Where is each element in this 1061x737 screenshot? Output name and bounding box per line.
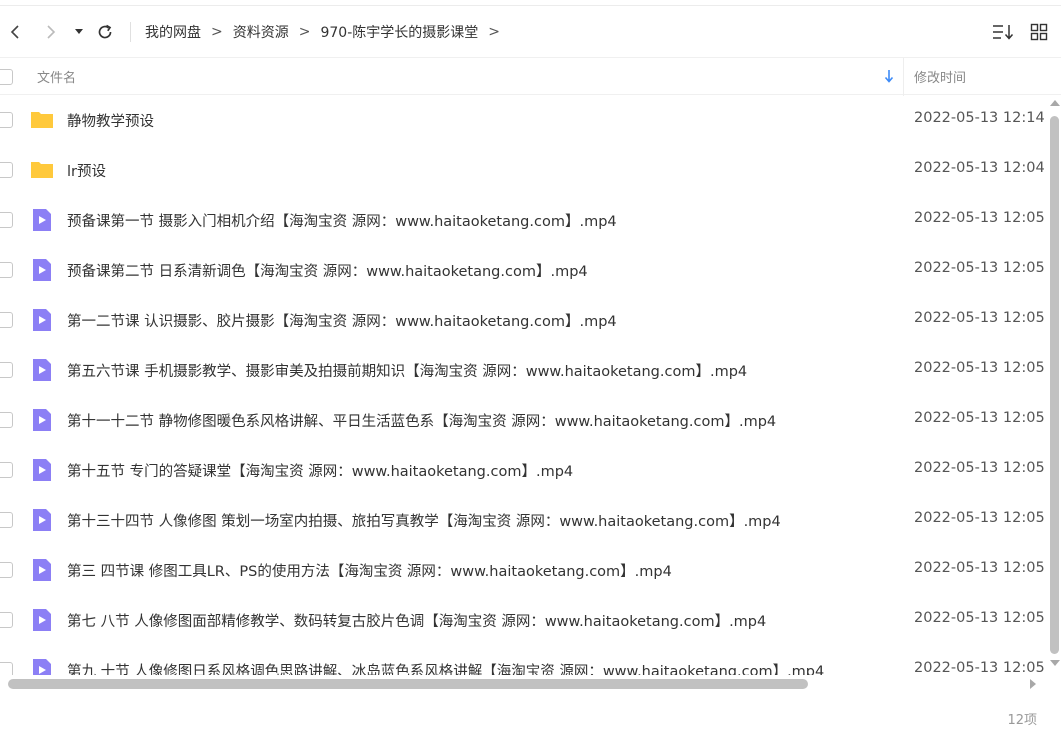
breadcrumb-item[interactable]: 970-陈宇学长的摄影课堂 [316, 22, 482, 42]
row-checkbox[interactable] [0, 262, 13, 278]
file-name[interactable]: 第一二节课 认识摄影、胶片摄影【海淘宝资 源网：www.haitaoketang… [67, 310, 617, 331]
video-file-icon [33, 559, 51, 581]
vertical-scroll-thumb[interactable] [1050, 116, 1059, 654]
row-checkbox[interactable] [0, 112, 13, 128]
column-header-name[interactable]: 文件名 [37, 67, 76, 86]
modified-time: 2022-05-13 12:05 [914, 360, 1045, 376]
refresh-icon [98, 24, 112, 39]
file-row[interactable]: 第七 八节 人像修图面部精修教学、数码转复古胶片色调【海淘宝资 源网：www.h… [0, 595, 1048, 645]
video-file-icon [33, 459, 51, 481]
list-header: 文件名 修改时间 [0, 57, 1061, 96]
row-checkbox[interactable] [0, 412, 13, 428]
sort-list-icon [993, 25, 1014, 40]
horizontal-scrollbar[interactable] [0, 677, 1048, 691]
modified-time: 2022-05-13 12:05 [914, 410, 1045, 426]
modified-time: 2022-05-13 12:05 [914, 310, 1045, 326]
modified-time: 2022-05-13 12:05 [914, 460, 1045, 476]
breadcrumb-separator: > [298, 24, 311, 40]
video-file-icon [33, 259, 51, 281]
file-list: 静物教学预设 2022-05-13 12:14 lr预设 2022-05-13 12:… [0, 95, 1048, 675]
row-checkbox[interactable] [0, 462, 13, 478]
folder-icon [31, 162, 53, 178]
chevron-right-icon [47, 25, 56, 39]
breadcrumb-item[interactable]: 我的网盘 [141, 22, 205, 42]
file-row[interactable]: 第十三十四节 人像修图 策划一场室内拍摄、旅拍写真教学【海淘宝资 源网：www.… [0, 495, 1048, 545]
video-file-icon [33, 659, 51, 675]
row-checkbox[interactable] [0, 362, 13, 378]
video-file-icon [33, 309, 51, 331]
file-row[interactable]: 第十五节 专门的答疑课堂【海淘宝资 源网：www.haitaoketang.co… [0, 445, 1048, 495]
file-name[interactable]: 第五六节课 手机摄影教学、摄影审美及拍摄前期知识【海淘宝资 源网：www.hai… [67, 360, 747, 381]
scroll-down-arrow-icon[interactable] [1050, 660, 1060, 666]
file-name[interactable]: 第十五节 专门的答疑课堂【海淘宝资 源网：www.haitaoketang.co… [67, 460, 573, 481]
modified-time: 2022-05-13 12:05 [914, 660, 1045, 675]
file-row[interactable]: 预备课第一节 摄影入门相机介绍【海淘宝资 源网：www.haitaoketang… [0, 195, 1048, 245]
forward-button[interactable] [36, 17, 66, 47]
video-file-icon [33, 409, 51, 431]
breadcrumb-item[interactable]: 资料资源 [229, 22, 293, 42]
breadcrumb: 我的网盘 > 资料资源 > 970-陈宇学长的摄影课堂 > [141, 22, 506, 42]
row-checkbox[interactable] [0, 312, 13, 328]
modified-time: 2022-05-13 12:05 [914, 610, 1045, 626]
folder-icon [31, 112, 53, 128]
modified-time: 2022-05-13 12:05 [914, 560, 1045, 576]
column-divider[interactable] [903, 58, 904, 96]
modified-time: 2022-05-13 12:05 [914, 260, 1045, 276]
row-checkbox[interactable] [0, 212, 13, 228]
back-button[interactable] [0, 17, 30, 47]
row-checkbox[interactable] [0, 512, 13, 528]
horizontal-scroll-thumb[interactable] [8, 679, 808, 689]
scroll-right-arrow-icon[interactable] [1030, 679, 1036, 689]
row-checkbox[interactable] [0, 162, 13, 178]
video-file-icon [33, 609, 51, 631]
chevron-left-icon [10, 25, 19, 39]
top-border [0, 0, 1061, 6]
file-row[interactable]: 第五六节课 手机摄影教学、摄影审美及拍摄前期知识【海淘宝资 源网：www.hai… [0, 345, 1048, 395]
file-name[interactable]: 第十三十四节 人像修图 策划一场室内拍摄、旅拍写真教学【海淘宝资 源网：www.… [67, 510, 781, 531]
video-file-icon [33, 509, 51, 531]
scroll-up-arrow-icon[interactable] [1050, 100, 1060, 106]
file-row[interactable]: 第十一十二节 静物修图暖色系风格讲解、平日生活蓝色系【海淘宝资 源网：www.h… [0, 395, 1048, 445]
history-dropdown-button[interactable] [70, 17, 88, 47]
caret-down-icon [75, 29, 83, 34]
sort-button[interactable] [991, 17, 1015, 47]
file-row[interactable]: 预备课第二节 日系清新调色【海淘宝资 源网：www.haitaoketang.c… [0, 245, 1048, 295]
file-row[interactable]: 第一二节课 认识摄影、胶片摄影【海淘宝资 源网：www.haitaoketang… [0, 295, 1048, 345]
refresh-button[interactable] [90, 17, 120, 47]
modified-time: 2022-05-13 12:05 [914, 510, 1045, 526]
grid-view-icon [1030, 23, 1048, 41]
item-count: 12项 [1007, 713, 1037, 728]
modified-time: 2022-05-13 12:14 [914, 110, 1045, 126]
row-checkbox[interactable] [0, 662, 13, 675]
toolbar: 我的网盘 > 资料资源 > 970-陈宇学长的摄影课堂 > [0, 7, 1061, 57]
modified-time: 2022-05-13 12:05 [914, 210, 1045, 226]
video-file-icon [33, 209, 51, 231]
status-bar: 12项 [0, 695, 1061, 737]
breadcrumb-separator: > [211, 24, 223, 40]
grid-view-button[interactable] [1027, 17, 1051, 47]
breadcrumb-separator[interactable]: > [482, 24, 506, 40]
file-name[interactable]: 预备课第一节 摄影入门相机介绍【海淘宝资 源网：www.haitaoketang… [67, 210, 617, 231]
video-file-icon [33, 359, 51, 381]
modified-time: 2022-05-13 12:04 [914, 160, 1045, 176]
file-name[interactable]: lr预设 [67, 160, 106, 181]
folder-row[interactable]: 静物教学预设 2022-05-13 12:14 [0, 95, 1048, 145]
column-header-modified-time[interactable]: 修改时间 [914, 67, 966, 86]
folder-row[interactable]: lr预设 2022-05-13 12:04 [0, 145, 1048, 195]
file-name[interactable]: 第十一十二节 静物修图暖色系风格讲解、平日生活蓝色系【海淘宝资 源网：www.h… [67, 410, 776, 431]
file-name[interactable]: 第七 八节 人像修图面部精修教学、数码转复古胶片色调【海淘宝资 源网：www.h… [67, 610, 766, 631]
file-name[interactable]: 第三 四节课 修图工具LR、PS的使用方法【海淘宝资 源网：www.haitao… [67, 560, 672, 581]
file-row[interactable]: 第三 四节课 修图工具LR、PS的使用方法【海淘宝资 源网：www.haitao… [0, 545, 1048, 595]
select-all-checkbox[interactable] [0, 69, 13, 85]
file-name[interactable]: 预备课第二节 日系清新调色【海淘宝资 源网：www.haitaoketang.c… [67, 260, 588, 281]
vertical-scrollbar[interactable] [1048, 100, 1061, 670]
view-controls [991, 17, 1051, 47]
row-checkbox[interactable] [0, 612, 13, 628]
toolbar-divider [130, 22, 131, 42]
sort-down-arrow-icon[interactable] [884, 69, 894, 83]
file-row[interactable]: 第九 十节 人像修图日系风格调色思路讲解、冰岛蓝色系风格讲解【海淘宝资 源网：w… [0, 645, 1048, 675]
file-name[interactable]: 静物教学预设 [67, 110, 154, 131]
row-checkbox[interactable] [0, 562, 13, 578]
file-name[interactable]: 第九 十节 人像修图日系风格调色思路讲解、冰岛蓝色系风格讲解【海淘宝资 源网：w… [67, 660, 824, 675]
